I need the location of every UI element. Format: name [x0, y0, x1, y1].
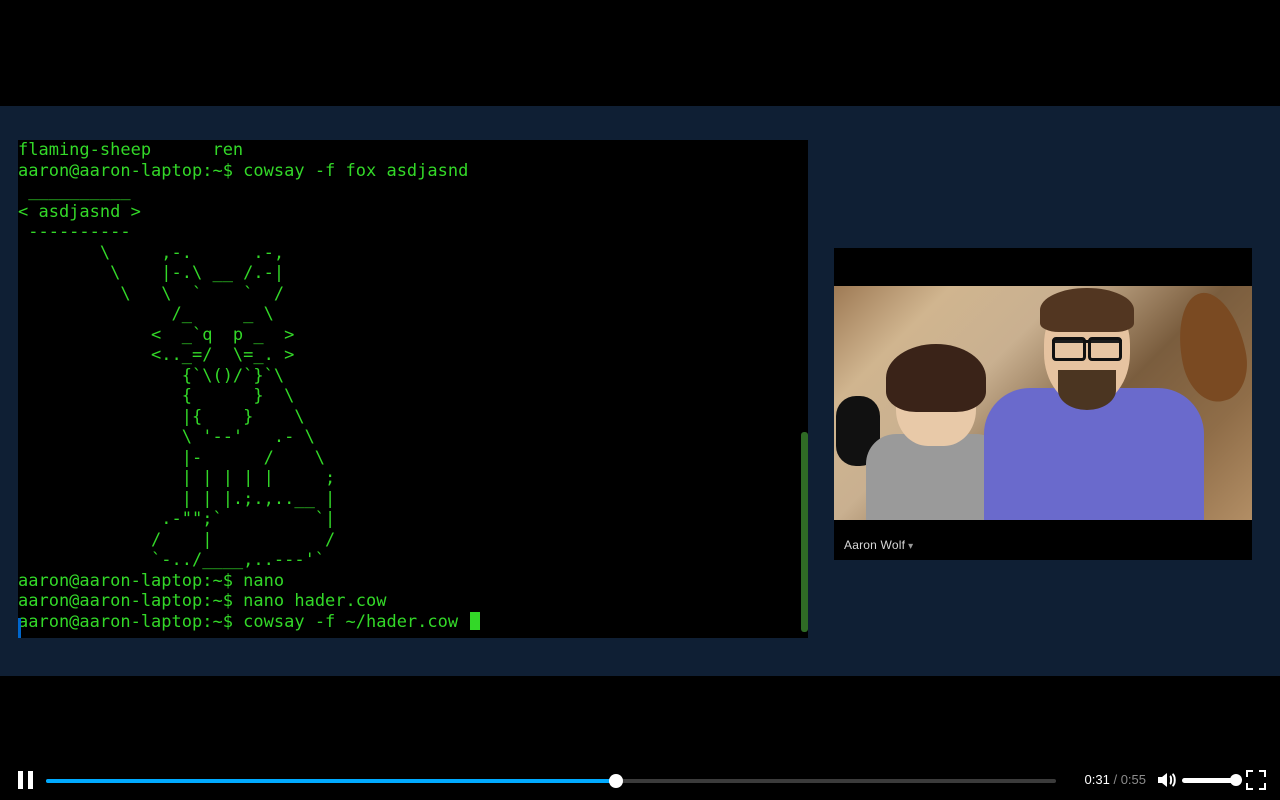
ascii-art-line: < _`q p _ >: [18, 325, 294, 345]
progress-fill: [46, 779, 616, 783]
ascii-art-line: |{ } \: [18, 407, 305, 427]
pause-button[interactable]: [16, 770, 36, 790]
terminal-window: flaming-sheep ren aaron@aaron-laptop:~$ …: [18, 140, 808, 638]
fullscreen-button[interactable]: [1246, 770, 1266, 790]
ascii-art-line: | | |.;.,..__ |: [18, 489, 335, 509]
volume-handle[interactable]: [1230, 774, 1242, 786]
cowsay-bubble-mid: < asdjasnd >: [18, 202, 141, 222]
duration: 0:55: [1121, 772, 1146, 787]
terminal-prompt: aaron@aaron-laptop:~$: [18, 161, 243, 181]
cowsay-bubble-top: __________: [18, 181, 131, 201]
terminal-selection-indicator: [18, 618, 21, 638]
webcam-panel: Aaron Wolf▾: [834, 248, 1252, 560]
ascii-art-line: `-../____,..---'`: [18, 550, 325, 570]
time-display: 0:31 / 0:55: [1085, 772, 1146, 787]
volume-button[interactable]: [1156, 770, 1176, 790]
ascii-art-line: | | | | | ;: [18, 468, 335, 488]
person-presenter: [984, 292, 1184, 520]
ascii-art-line: \ ,-. .-,: [18, 243, 284, 263]
terminal-cursor: [470, 612, 480, 630]
ascii-art-line: <.._=/ \=_. >: [18, 345, 294, 365]
terminal-line: flaming-sheep ren: [18, 140, 243, 160]
ascii-art-line: .-"";` `|: [18, 509, 335, 529]
terminal-cmd: cowsay -f ~/hader.cow: [243, 612, 468, 632]
chevron-down-icon: ▾: [908, 541, 913, 552]
terminal-prompt: aaron@aaron-laptop:~$: [18, 571, 243, 591]
volume-track[interactable]: [1182, 778, 1236, 783]
ascii-art-line: \ \ ` ` /: [18, 284, 284, 304]
ascii-art-line: / | /: [18, 530, 335, 550]
progress-track[interactable]: [46, 779, 1056, 783]
webcam-video-feed: [834, 286, 1252, 520]
terminal-cmd: nano hader.cow: [243, 591, 386, 611]
ascii-art-line: /_ _ \: [18, 304, 274, 324]
ascii-art-line: {`\()/`}`\: [18, 366, 284, 386]
ascii-art-line: { } \: [18, 386, 294, 406]
terminal-prompt: aaron@aaron-laptop:~$: [18, 612, 243, 632]
progress-handle[interactable]: [609, 774, 623, 788]
terminal-cmd: nano: [243, 571, 284, 591]
presenter-name: Aaron Wolf: [844, 538, 905, 552]
webcam-caption[interactable]: Aaron Wolf▾: [844, 538, 913, 552]
cowsay-bubble-bot: ----------: [18, 222, 131, 242]
time-separator: /: [1113, 772, 1120, 787]
terminal-cmd: cowsay -f fox asdjasnd: [243, 161, 468, 181]
video-controls-bar: 0:31 / 0:55: [0, 760, 1280, 800]
terminal-scrollbar[interactable]: [801, 432, 808, 632]
ascii-art-line: \ '--' .- \: [18, 427, 315, 447]
ascii-art-line: \ |-.\ __ /.-|: [18, 263, 284, 283]
ascii-art-line: |- / \: [18, 448, 325, 468]
terminal-content: flaming-sheep ren aaron@aaron-laptop:~$ …: [18, 140, 808, 632]
current-time: 0:31: [1085, 772, 1110, 787]
terminal-prompt: aaron@aaron-laptop:~$: [18, 591, 243, 611]
